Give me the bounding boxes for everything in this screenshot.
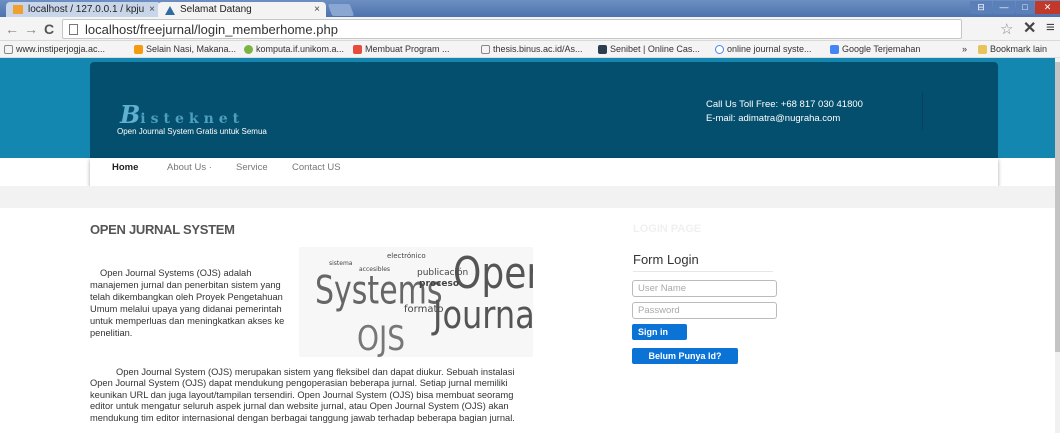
google-icon <box>715 45 724 54</box>
window-maximize-button[interactable]: □ <box>1016 1 1034 14</box>
page-icon <box>481 45 490 54</box>
bookmark-item[interactable]: www.instiperjogja.ac... <box>4 43 105 56</box>
bookmark-item[interactable]: Selain Nasi, Makana... <box>134 43 236 56</box>
sign-in-button[interactable]: Sign in <box>632 324 687 340</box>
section-title: OPEN JURNAL SYSTEM <box>90 222 235 237</box>
site-favicon-icon <box>134 45 143 54</box>
bookmark-label: Selain Nasi, Makana... <box>146 44 237 54</box>
sub-header-band <box>0 186 1055 208</box>
new-tab-button[interactable] <box>327 4 355 16</box>
bookmark-label: online journal syste... <box>727 44 812 54</box>
page-icon <box>69 24 78 35</box>
tab-close-icon[interactable]: × <box>314 2 320 17</box>
reload-icon[interactable]: C <box>44 20 54 38</box>
browser-titlebar: localhost / 127.0.0.1 / kpju × Selamat D… <box>0 0 1060 17</box>
bookmark-item[interactable]: komputa.if.unikom.a... <box>244 43 344 56</box>
form-login-title: Form Login <box>633 252 699 267</box>
nav-service[interactable]: Service <box>236 162 268 173</box>
address-toolbar: ← → C localhost/freejurnal/login_memberh… <box>0 17 1060 41</box>
word-cloud-word: formato <box>404 304 444 315</box>
tab-label: Selamat Datang <box>180 4 252 15</box>
bookmark-star-icon[interactable]: ☆ <box>1000 20 1013 38</box>
bookmark-label: Membuat Program ... <box>365 44 450 54</box>
word-cloud-word: proceso <box>419 279 460 289</box>
site-header: Bisteknet Open Journal System Gratis unt… <box>90 62 998 158</box>
nav-contact-us[interactable]: Contact US <box>292 162 341 173</box>
folder-icon <box>978 45 987 54</box>
bookmark-label: www.instiperjogja.ac... <box>16 44 106 54</box>
bookmark-label: Bookmark lain <box>990 44 1048 54</box>
login-page-heading: LOGIN PAGE <box>633 223 702 235</box>
nav-home[interactable]: Home <box>112 162 138 173</box>
register-button[interactable]: Belum Punya Id? <box>632 348 738 364</box>
word-cloud-word: accesibles <box>359 266 391 273</box>
word-cloud-word: Journal <box>433 292 533 338</box>
tab-label: localhost / 127.0.0.1 / kpju <box>28 4 145 15</box>
triangle-favicon-icon <box>165 5 175 15</box>
forward-arrow-icon[interactable]: → <box>24 20 38 38</box>
phpmyadmin-favicon-icon <box>13 5 23 14</box>
contact-email: E-mail: adimatra@nugraha.com <box>706 113 841 124</box>
nav-about-us[interactable]: About Us · <box>167 162 212 173</box>
menu-icon[interactable]: ≡ <box>1046 19 1055 36</box>
word-cloud-word: electrónico <box>387 252 426 260</box>
bookmark-item[interactable]: thesis.binus.ac.id/As... <box>481 43 583 56</box>
window-switch-button[interactable]: ⊟ <box>970 1 992 14</box>
bookmark-item[interactable]: online journal syste... <box>715 43 812 56</box>
bookmark-item[interactable]: Senibet | Online Cas... <box>598 43 700 56</box>
form-title-divider <box>633 271 773 272</box>
bookmark-label: Google Terjemahan <box>842 44 921 54</box>
page-icon <box>4 45 13 54</box>
scrollbar-thumb[interactable] <box>1055 62 1060 352</box>
password-input[interactable] <box>632 302 777 319</box>
other-bookmarks-folder[interactable]: Bookmark lain <box>978 43 1047 56</box>
site-favicon-icon <box>353 45 362 54</box>
word-cloud-word: sistema <box>329 260 353 267</box>
bookmarks-bar: www.instiperjogja.ac... Selain Nasi, Mak… <box>0 41 1060 58</box>
tab-selamat-datang[interactable]: Selamat Datang × <box>158 2 326 17</box>
tab-close-icon[interactable]: × <box>149 2 155 17</box>
bookmark-item[interactable]: Membuat Program ... <box>353 43 450 56</box>
translate-icon <box>830 45 839 54</box>
bookmark-label: thesis.binus.ac.id/As... <box>493 44 583 54</box>
extension-x-icon[interactable]: ✕ <box>1023 18 1036 38</box>
tab-phpmyadmin[interactable]: localhost / 127.0.0.1 / kpju × <box>6 2 161 17</box>
header-divider <box>922 92 923 130</box>
site-logo[interactable]: Bisteknet <box>120 100 244 129</box>
word-cloud-word: publicación <box>417 268 469 278</box>
word-cloud-word: OJS <box>357 318 406 357</box>
contact-phone: Call Us Toll Free: +68 817 030 41800 <box>706 99 863 110</box>
site-favicon-icon <box>244 45 253 54</box>
url-input[interactable]: localhost/freejurnal/login_memberhome.ph… <box>62 19 962 39</box>
web-page: Bisteknet Open Journal System Gratis unt… <box>0 58 1055 433</box>
site-tagline: Open Journal System Gratis untuk Semua <box>117 127 267 136</box>
site-favicon-icon <box>598 45 607 54</box>
window-minimize-button[interactable]: — <box>993 1 1015 14</box>
bookmark-label: komputa.if.unikom.a... <box>256 44 345 54</box>
ojs-word-cloud-image: Systems Open Journal OJS publicación pro… <box>299 247 533 357</box>
description-paragraph: Open Journal System (OJS) merupakan sist… <box>90 367 515 423</box>
logo-text: isteknet <box>140 111 245 127</box>
main-navbar: Home About Us · Service Contact US <box>90 158 998 186</box>
username-input[interactable] <box>632 280 777 297</box>
logo-initial: B <box>120 100 141 129</box>
bookmark-item[interactable]: Google Terjemahan <box>830 43 920 56</box>
intro-paragraph: Open Journal Systems (OJS) adalah manaje… <box>90 268 285 338</box>
url-text: localhost/freejurnal/login_memberhome.ph… <box>85 22 338 37</box>
window-close-button[interactable]: ✕ <box>1035 1 1060 14</box>
back-arrow-icon[interactable]: ← <box>5 20 19 38</box>
bookmark-label: Senibet | Online Cas... <box>610 44 700 54</box>
bookmarks-overflow-button[interactable]: » <box>962 43 967 56</box>
